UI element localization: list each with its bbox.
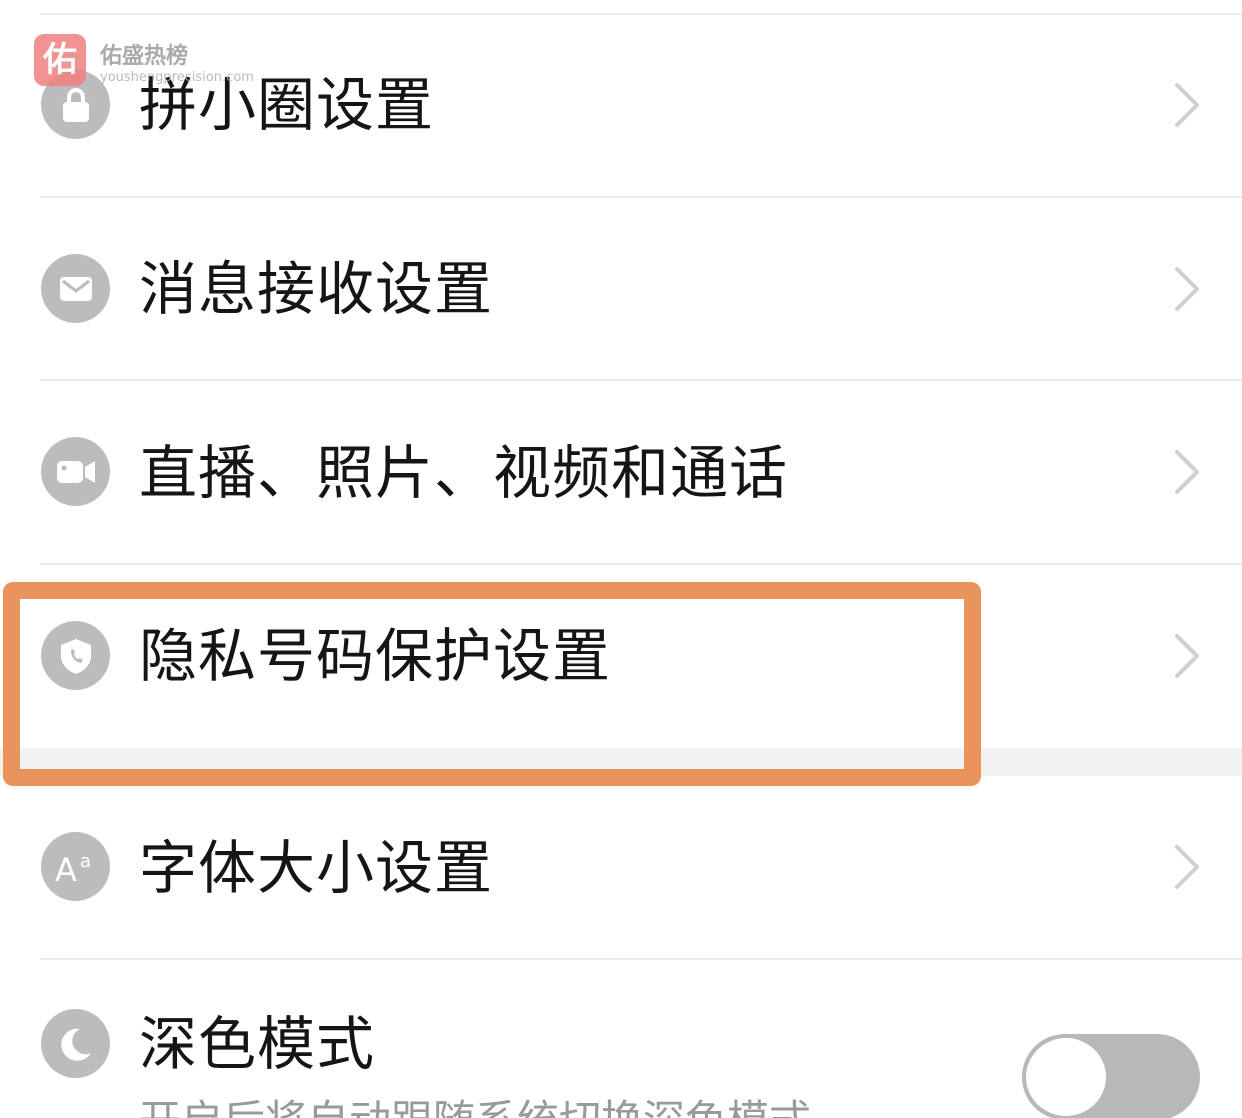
settings-row-message[interactable]: 消息接收设置 xyxy=(0,198,1242,381)
settings-row-privacy-number[interactable]: 隐私号码保护设置 xyxy=(0,565,1242,748)
settings-row-live-photo-video[interactable]: 直播、照片、视频和通话 xyxy=(0,381,1242,564)
moon-icon xyxy=(41,1009,110,1078)
chevron-right-icon xyxy=(1175,450,1199,494)
svg-text:a: a xyxy=(80,851,91,872)
section-gap xyxy=(0,748,1242,776)
toggle-knob xyxy=(1026,1038,1106,1116)
envelope-icon xyxy=(41,254,110,323)
settings-row-label: 直播、照片、视频和通话 xyxy=(139,439,789,507)
dark-mode-description: 开启后将自动跟随系统切换深色模式 xyxy=(139,1096,811,1118)
settings-page: 拼小圈设置 消息接收设置 直播、照片、视频和通话 隐私号码保护设置 A a 字体… xyxy=(0,0,1242,1118)
chevron-right-icon xyxy=(1175,845,1199,889)
font-size-icon: A a xyxy=(41,832,110,901)
watermark-logo: 佑 xyxy=(34,34,86,86)
watermark-title: 佑盛热榜 xyxy=(100,44,189,69)
chevron-right-icon xyxy=(1175,634,1199,678)
settings-row-font-size[interactable]: A a 字体大小设置 xyxy=(0,776,1242,959)
video-camera-icon xyxy=(41,437,110,506)
settings-row-label: 隐私号码保护设置 xyxy=(139,622,612,690)
dark-mode-toggle[interactable] xyxy=(1022,1034,1200,1118)
chevron-right-icon xyxy=(1175,267,1199,311)
settings-row-label: 字体大小设置 xyxy=(139,834,494,902)
svg-text:A: A xyxy=(55,851,77,887)
shield-phone-icon xyxy=(41,621,110,690)
settings-row-label: 消息接收设置 xyxy=(139,255,494,323)
watermark-url: youshengprecision.com xyxy=(100,70,254,85)
dark-mode-label: 深色模式 xyxy=(139,1010,376,1078)
chevron-right-icon xyxy=(1175,83,1199,127)
watermark: 佑 佑盛热榜 youshengprecision.com xyxy=(34,34,274,94)
